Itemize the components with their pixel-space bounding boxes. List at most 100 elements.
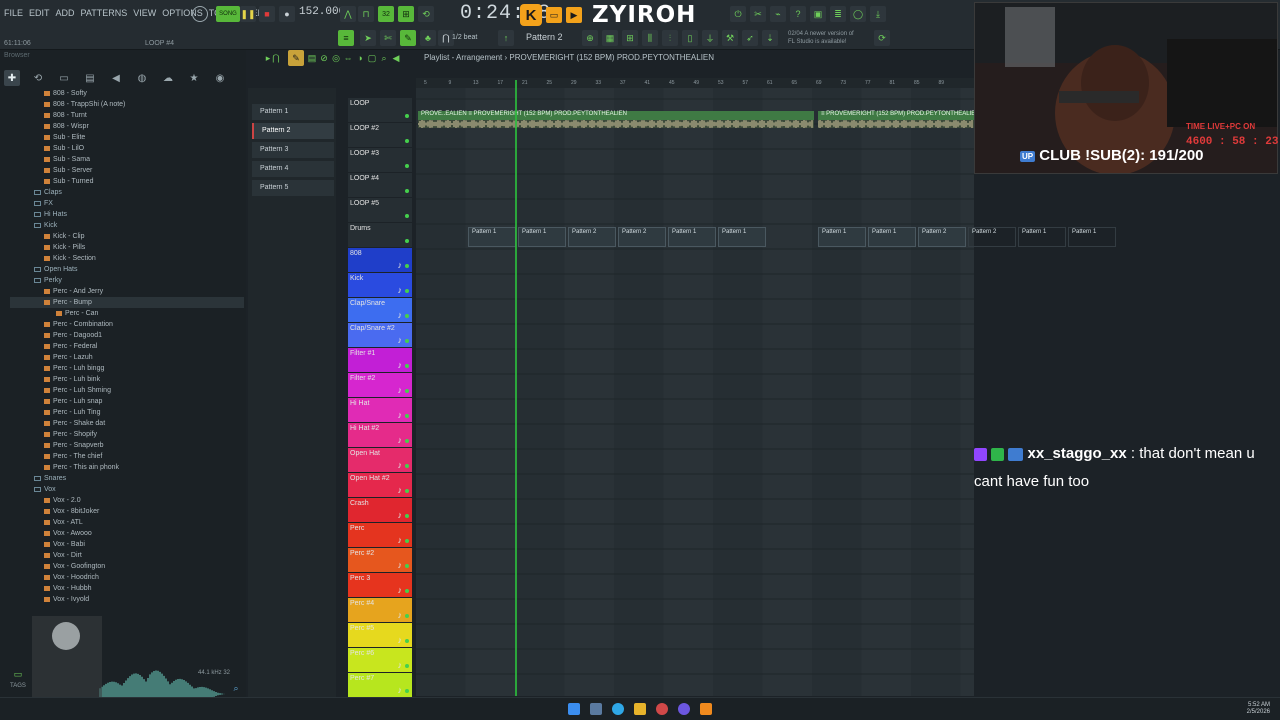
tile-icon[interactable]: ▦ xyxy=(602,30,618,46)
browser-item[interactable]: 808 - Wispr xyxy=(44,121,89,132)
browser-folder[interactable]: Claps xyxy=(34,187,62,198)
browser-item[interactable]: Vox - 2.0 xyxy=(44,495,81,506)
playlist-grid[interactable] xyxy=(416,88,974,696)
speaker-icon[interactable]: ◀ xyxy=(108,70,124,86)
track-header[interactable]: Perc ♪ xyxy=(348,523,412,547)
loop-record-icon[interactable]: ⟲ xyxy=(418,6,434,22)
chat-icon[interactable]: ◯ xyxy=(850,6,866,22)
browser-item[interactable]: Perc - Combination xyxy=(44,319,113,330)
browser-item[interactable]: Perc - Luh Ting xyxy=(44,407,100,418)
pattern-clip[interactable]: Pattern 1 xyxy=(468,227,516,247)
pattern-clip[interactable]: Pattern 1 xyxy=(1018,227,1066,247)
tempo-display[interactable]: 152.000 xyxy=(299,6,345,18)
track-header[interactable]: Open Hat ♪ xyxy=(348,448,412,472)
browser-item[interactable]: Vox - Hoodrich xyxy=(44,572,99,583)
plus-icon[interactable]: ✚ xyxy=(4,70,20,86)
arrow-down-icon[interactable]: ⇣ xyxy=(762,30,778,46)
browser-item[interactable]: Vox - Dirt xyxy=(44,550,82,561)
eq-icon[interactable]: ⫼ xyxy=(642,30,658,46)
track-header[interactable]: Filter #1 ♪ xyxy=(348,348,412,372)
browser-item[interactable]: Perc - Luh snap xyxy=(44,396,102,407)
browser-item[interactable]: Perc - Shake dat xyxy=(44,418,105,429)
brush-icon[interactable]: ♣ xyxy=(420,30,436,46)
browser-item[interactable]: Perc - Luh bingg xyxy=(44,363,104,374)
pattern-clip[interactable]: Pattern 1 xyxy=(868,227,916,247)
track-active-led[interactable] xyxy=(405,189,409,193)
mixer-icon[interactable]: ✂ xyxy=(750,6,766,22)
playback-icon[interactable]: ◀ xyxy=(388,50,404,66)
track-active-led[interactable] xyxy=(405,139,409,143)
playhead[interactable] xyxy=(515,80,517,696)
track-header[interactable]: Hi Hat #2 ♪ xyxy=(348,423,412,447)
back-icon[interactable]: ⟲ xyxy=(30,70,46,86)
record-mode-icon[interactable] xyxy=(192,6,208,22)
pattern-clip[interactable]: Pattern 1 xyxy=(518,227,566,247)
track-header[interactable]: 808 ♪ xyxy=(348,248,412,272)
pattern-prev-icon[interactable]: ↑ xyxy=(498,30,514,46)
menu-patterns[interactable]: PATTERNS xyxy=(81,8,128,18)
browser-folder[interactable]: Open Hats xyxy=(34,264,77,275)
browser-folder[interactable]: Hi Hats xyxy=(34,209,67,220)
track-header[interactable]: Crash ♪ xyxy=(348,498,412,522)
track-header[interactable]: Drums xyxy=(348,223,412,247)
track-active-led[interactable] xyxy=(405,689,409,693)
piano-roll-icon[interactable]: ≣ xyxy=(830,6,846,22)
channel-rack-icon[interactable]: ⌁ xyxy=(770,6,786,22)
menu-view[interactable]: VIEW xyxy=(133,8,156,18)
browser-item[interactable]: Vox - ATL xyxy=(44,517,83,528)
track-header[interactable]: Perc #2 ♪ xyxy=(348,548,412,572)
settings-icon[interactable]: ◉ xyxy=(212,70,228,86)
system-clock[interactable]: 5:52 AM 2/5/2026 xyxy=(1247,702,1270,716)
track-active-led[interactable] xyxy=(405,414,409,418)
track-active-led[interactable] xyxy=(405,539,409,543)
menu-file[interactable]: FILE xyxy=(4,8,23,18)
tags-label[interactable]: TAGS xyxy=(10,683,26,689)
pattern-item[interactable]: Pattern 1 xyxy=(252,104,334,120)
play-icon[interactable]: ❚❚ xyxy=(240,6,256,22)
pattern-clip[interactable]: Pattern 1 xyxy=(718,227,766,247)
browser-item[interactable]: Kick - Section xyxy=(44,253,96,264)
track-header[interactable]: Perc #4 ♪ xyxy=(348,598,412,622)
browser-item[interactable]: Perc - Federal xyxy=(44,341,97,352)
browser-item[interactable]: Sub - LilO xyxy=(44,143,84,154)
pattern-item[interactable]: Pattern 3 xyxy=(252,142,334,158)
search-taskbar-icon[interactable] xyxy=(590,703,602,715)
track-active-led[interactable] xyxy=(405,339,409,343)
audio-clip[interactable]: ≡ PROVEMERIGHT (152 BPM) PROD.PEYTONTHEA… xyxy=(818,111,975,128)
fl-studio-icon[interactable] xyxy=(700,703,712,715)
track-header[interactable]: Perc #5 ♪ xyxy=(348,623,412,647)
browser-item[interactable]: Vox - Babi xyxy=(44,539,85,550)
track-active-led[interactable] xyxy=(405,639,409,643)
download-icon[interactable]: ⤓ xyxy=(870,6,886,22)
pattern-clip[interactable]: Pattern 2 xyxy=(918,227,966,247)
browser-item[interactable]: 808 - Softy xyxy=(44,88,87,99)
cpu-icon[interactable]: ⏻ xyxy=(730,6,746,22)
browser-item[interactable]: Sub - Turned xyxy=(44,176,93,187)
blend-notes-icon[interactable]: ⊞ xyxy=(398,6,414,22)
menu-add[interactable]: ADD xyxy=(56,8,75,18)
track-header[interactable]: Filter #2 ♪ xyxy=(348,373,412,397)
metronome-icon[interactable]: ⋀ xyxy=(340,6,356,22)
windows-start-icon[interactable] xyxy=(568,703,580,715)
browser-item[interactable]: Perc - And Jerry xyxy=(44,286,103,297)
browser-item[interactable]: Perc - Can xyxy=(56,308,98,319)
track-active-led[interactable] xyxy=(405,589,409,593)
track-header[interactable]: Clap/Snare ♪ xyxy=(348,298,412,322)
browser-item[interactable]: Vox - Hubbh xyxy=(44,583,92,594)
browser-folder[interactable]: FX xyxy=(34,198,53,209)
help-icon[interactable]: ? xyxy=(790,6,806,22)
pattern-clip[interactable]: Pattern 2 xyxy=(568,227,616,247)
browser-item[interactable]: Kick - Clip xyxy=(44,231,85,242)
track-active-led[interactable] xyxy=(405,314,409,318)
wait-input-icon[interactable]: ⊓ xyxy=(358,6,374,22)
track-active-led[interactable] xyxy=(405,239,409,243)
wand-icon[interactable]: ⚒ xyxy=(722,30,738,46)
browser-item[interactable]: Perc - Snapverb xyxy=(44,440,104,451)
pencil-icon[interactable]: ✎ xyxy=(400,30,416,46)
arrangement-name[interactable]: PROVEMERIGHT (152 BPM) PROD.PEYTONTHEALI… xyxy=(509,53,714,62)
browser-item[interactable]: 808 - Turnt xyxy=(44,110,87,121)
refresh-icon[interactable]: ⟳ xyxy=(874,30,890,46)
track-header[interactable]: LOOP xyxy=(348,98,412,122)
track-active-led[interactable] xyxy=(405,214,409,218)
browser-item[interactable]: Perc - Shopify xyxy=(44,429,97,440)
